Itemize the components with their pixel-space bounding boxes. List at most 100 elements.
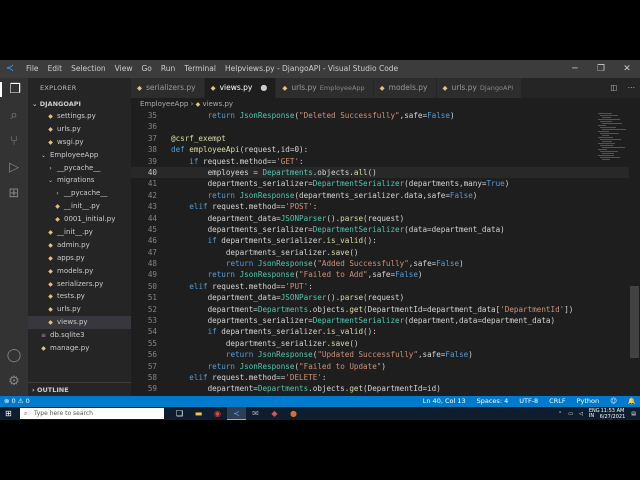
code-line[interactable]: 52 department=Departments.objects.get(De…: [131, 304, 629, 315]
code-line[interactable]: 39 if request.method=='GET':: [131, 156, 629, 167]
tree-item[interactable]: ◆ manage.py: [28, 342, 131, 355]
code-line[interactable]: 48 return JsonResponse("Added Successful…: [131, 258, 629, 269]
code-line[interactable]: 46 if departments_serializer.is_valid():: [131, 235, 629, 246]
code-line[interactable]: 47 departments_serializer.save(): [131, 247, 629, 258]
tab-views-py[interactable]: ◆ views.py ●: [204, 78, 277, 98]
code-line[interactable]: 43 elif request.method=='POST':: [131, 201, 629, 212]
status-item[interactable]: 🔔: [628, 396, 636, 407]
menu-selection[interactable]: Selection: [71, 60, 106, 78]
tree-item[interactable]: ◆ urls.py: [28, 123, 131, 136]
windows-start-icon[interactable]: ⊞: [5, 409, 14, 418]
menu-view[interactable]: View: [115, 60, 133, 78]
more-actions-icon[interactable]: ⋯: [623, 78, 640, 98]
breadcrumb-folder[interactable]: EmployeeApp: [140, 100, 188, 108]
search-icon[interactable]: ⌕: [0, 108, 28, 123]
code-line[interactable]: 37 @csrf_exempt: [131, 133, 629, 144]
tree-item[interactable]: ◆ __init__.py: [28, 226, 131, 239]
tree-item[interactable]: › __pycache__: [28, 162, 131, 175]
tree-item[interactable]: ◆ urls.py: [28, 303, 131, 316]
close-button[interactable]: ✕: [614, 60, 640, 78]
language-indicator[interactable]: ENG IN: [589, 408, 600, 419]
extensions-icon[interactable]: ⊞: [0, 186, 28, 201]
tree-item[interactable]: ◆ apps.py: [28, 252, 131, 265]
problems-status[interactable]: ⊗ 0 ⚠ 0: [4, 396, 30, 407]
vscode-icon[interactable]: ≺: [227, 407, 246, 420]
tray-chevron-icon[interactable]: ⌃: [558, 411, 562, 417]
status-item[interactable]: Ln 40, Col 13: [423, 396, 466, 407]
status-item[interactable]: Spaces: 4: [477, 396, 509, 407]
unsaved-dot-icon[interactable]: ●: [260, 78, 267, 98]
code-line[interactable]: 40 employees = Departments.objects.all(): [131, 166, 629, 179]
menu-run[interactable]: Run: [161, 60, 175, 78]
code-line[interactable]: 45 departments_serializer=DepartmentSeri…: [131, 224, 629, 235]
project-root[interactable]: ⌄ DJANGOAPI: [28, 98, 131, 110]
tree-item[interactable]: ◆ serializers.py: [28, 278, 131, 291]
code-line[interactable]: 51 department_data=JSONParser().parse(re…: [131, 292, 629, 303]
status-item[interactable]: ☺: [610, 396, 617, 407]
code-line[interactable]: 38 def employeeApi(request,id=0):: [131, 144, 629, 155]
taskbar-search[interactable]: ⌕ Type here to search: [20, 408, 164, 419]
maximize-button[interactable]: ❐: [588, 60, 614, 78]
tree-item[interactable]: ◆ __init__.py: [28, 200, 131, 213]
code-line[interactable]: 36: [131, 121, 629, 132]
chrome-icon[interactable]: ◉: [208, 407, 227, 420]
tree-item[interactable]: ◆ admin.py: [28, 239, 131, 252]
task-view-icon[interactable]: ❏: [170, 407, 189, 420]
code-line[interactable]: 55 departments_serializer.save(): [131, 338, 629, 349]
volume-icon[interactable]: ◁: [579, 411, 583, 417]
menu-terminal[interactable]: Terminal: [184, 60, 216, 78]
minimap[interactable]: [598, 110, 628, 396]
file-explorer-icon[interactable]: ▬: [189, 407, 208, 420]
breadcrumb-file[interactable]: views.py: [202, 100, 233, 108]
code-line[interactable]: 58 elif request.method=='DELETE':: [131, 372, 629, 383]
status-item[interactable]: Python: [577, 396, 600, 407]
tree-item[interactable]: ◆ models.py: [28, 265, 131, 278]
menu-edit[interactable]: Edit: [48, 60, 63, 78]
code-line[interactable]: 50 elif request.method=='PUT':: [131, 281, 629, 292]
minimize-button[interactable]: ─: [562, 60, 588, 78]
code-line[interactable]: 35 return JsonResponse("Deleted Successf…: [131, 110, 629, 121]
app-icon[interactable]: ●: [284, 407, 303, 420]
tree-item[interactable]: ◆ views.py: [28, 316, 131, 330]
tab-models-py[interactable]: ◆ models.py: [373, 78, 437, 98]
clock[interactable]: 11:53 AM 6/27/2021: [600, 408, 626, 420]
menu-go[interactable]: Go: [141, 60, 151, 78]
split-editor-icon[interactable]: ◫: [605, 78, 622, 98]
code-line[interactable]: 42 return JsonResponse(departments_seria…: [131, 190, 629, 201]
code-line[interactable]: 44 department_data=JSONParser().parse(re…: [131, 213, 629, 224]
outline-section[interactable]: › OUTLINE: [28, 382, 131, 396]
accounts-icon[interactable]: ◯: [0, 348, 28, 363]
tree-item[interactable]: ⌄ EmployeeApp: [28, 149, 131, 162]
source-control-icon[interactable]: ⑂: [0, 134, 28, 149]
code-line[interactable]: 57 return JsonResponse("Failed to Update…: [131, 361, 629, 372]
tree-item[interactable]: ◆ tests.py: [28, 290, 131, 303]
status-item[interactable]: CRLF: [549, 396, 565, 407]
tree-item[interactable]: ◆ settings.py: [28, 110, 131, 123]
explorer-icon[interactable]: ❐: [0, 82, 28, 97]
tab-serializers-py[interactable]: ◆ serializers.py: [131, 78, 205, 98]
settings-icon[interactable]: ⚙: [0, 374, 28, 389]
app-icon[interactable]: ◆: [265, 407, 284, 420]
notifications-icon[interactable]: ▤: [631, 411, 636, 417]
code-line[interactable]: 54 if departments_serializer.is_valid():: [131, 326, 629, 337]
run-icon[interactable]: ▷: [0, 160, 28, 175]
tree-item[interactable]: ◆ wsgi.py: [28, 136, 131, 149]
tab-urls-py[interactable]: ◆ urls.py EmployeeApp: [276, 78, 374, 98]
tree-item[interactable]: ⌄ migrations: [28, 174, 131, 187]
code-line[interactable]: 56 return JsonResponse("Updated Successf…: [131, 349, 629, 360]
code-line[interactable]: 41 departments_serializer=DepartmentSeri…: [131, 178, 629, 189]
code-line[interactable]: 49 return JsonResponse("Failed to Add",s…: [131, 269, 629, 280]
status-item[interactable]: UTF-8: [519, 396, 538, 407]
tab-urls-py[interactable]: ◆ urls.py DjangoAPI: [436, 78, 523, 98]
network-icon[interactable]: ▭: [568, 411, 573, 417]
scrollbar-thumb[interactable]: [630, 286, 639, 358]
code-editor[interactable]: 35 return JsonResponse("Deleted Successf…: [131, 110, 629, 396]
tree-item[interactable]: ≡ db.sqlite3: [28, 329, 131, 342]
code-line[interactable]: 59 department=Departments.objects.get(De…: [131, 383, 629, 394]
tree-item[interactable]: ◆ 0001_initial.py: [28, 213, 131, 226]
menu-file[interactable]: File: [26, 60, 39, 78]
mail-icon[interactable]: ✉: [246, 407, 265, 420]
menu-help[interactable]: Help: [225, 60, 242, 78]
vertical-scrollbar[interactable]: [629, 110, 640, 396]
tree-item[interactable]: › __pycache__: [28, 187, 131, 200]
